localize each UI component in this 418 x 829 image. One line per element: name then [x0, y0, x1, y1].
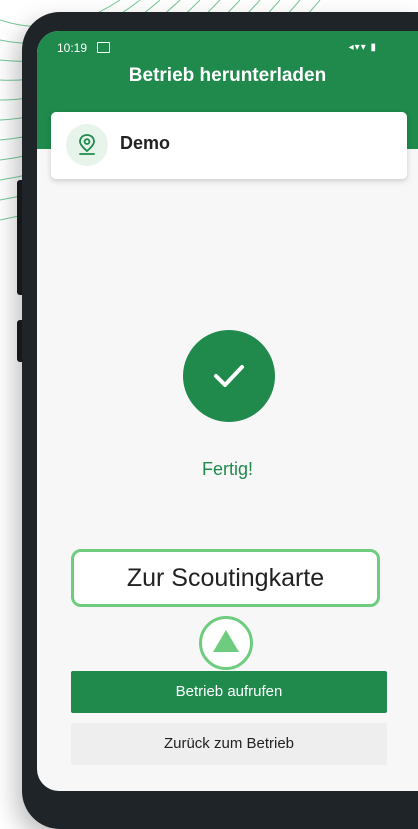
download-status-text: Fertig! [201, 459, 253, 479]
success-badge [183, 330, 275, 422]
location-pin-icon [66, 124, 108, 166]
tutorial-pointer-icon [199, 616, 253, 670]
status-icons: ◂▾▾ ▮ [348, 42, 377, 53]
gallery-icon [97, 42, 110, 53]
status-time: 10:19 [57, 41, 88, 55]
arrow-up-icon [213, 630, 239, 652]
farm-name: Demo [120, 133, 171, 153]
tutorial-tooltip: Zur Scoutingkarte [71, 549, 380, 607]
open-farm-button[interactable]: Betrieb aufrufen [71, 671, 387, 713]
page-title: Betrieb herunterladen [128, 65, 327, 86]
checkmark-icon [214, 365, 244, 387]
farm-card[interactable]: Demo [51, 112, 407, 179]
app-screen: 10:19 ◂▾▾ ▮ Betrieb herunterladen Demo F… [37, 31, 418, 791]
status-bar: 10:19 ◂▾▾ ▮ [57, 40, 397, 58]
back-to-farm-button[interactable]: Zurück zum Betrieb [71, 723, 387, 765]
